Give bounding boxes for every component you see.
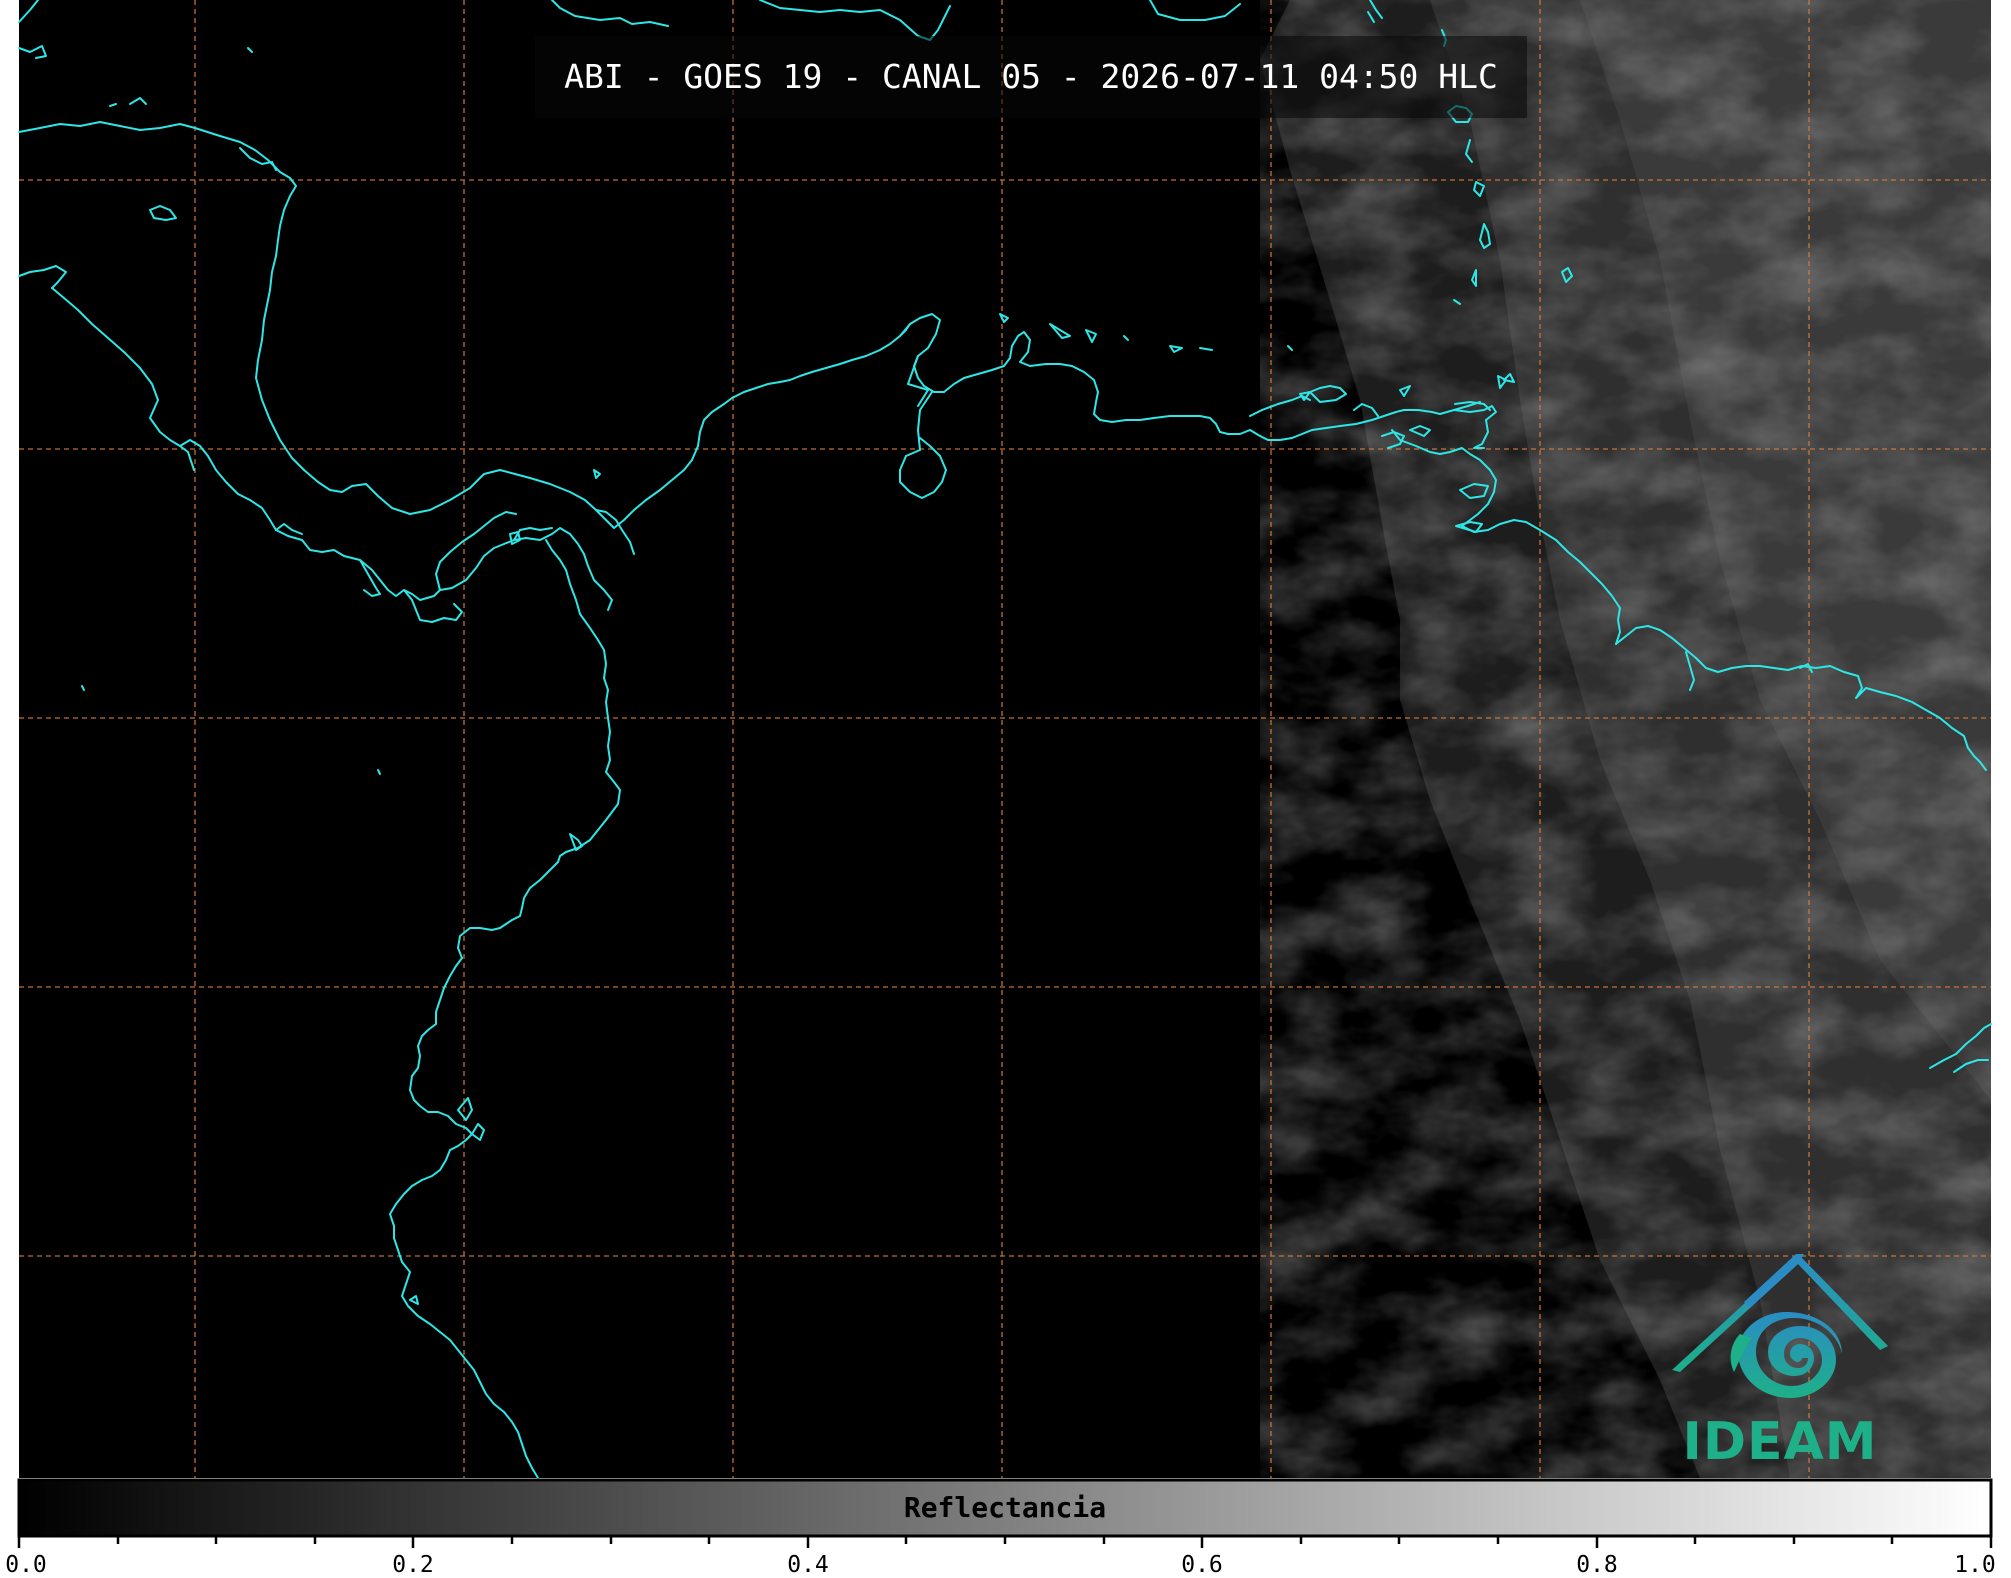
- colorbar-label: Reflectancia: [903, 1491, 1107, 1524]
- colorbar-tick-label: 0.2: [392, 1552, 434, 1578]
- colorbar-tick-label: 0.4: [787, 1552, 829, 1578]
- colorbar-tick-label: 0.6: [1181, 1552, 1223, 1578]
- colorbar-tick-label: 0.8: [1576, 1552, 1618, 1578]
- satellite-map: [0, 0, 2011, 1577]
- colorbar-tick-label: 1.0: [1954, 1552, 1996, 1578]
- map-title: ABI - GOES 19 - CANAL 05 - 2026-07-11 04…: [564, 57, 1498, 96]
- map-panel: [18, 0, 1992, 1479]
- logo-wordmark: IDEAM: [1682, 1412, 1878, 1472]
- colorbar-tick-label: 0.0: [5, 1552, 47, 1578]
